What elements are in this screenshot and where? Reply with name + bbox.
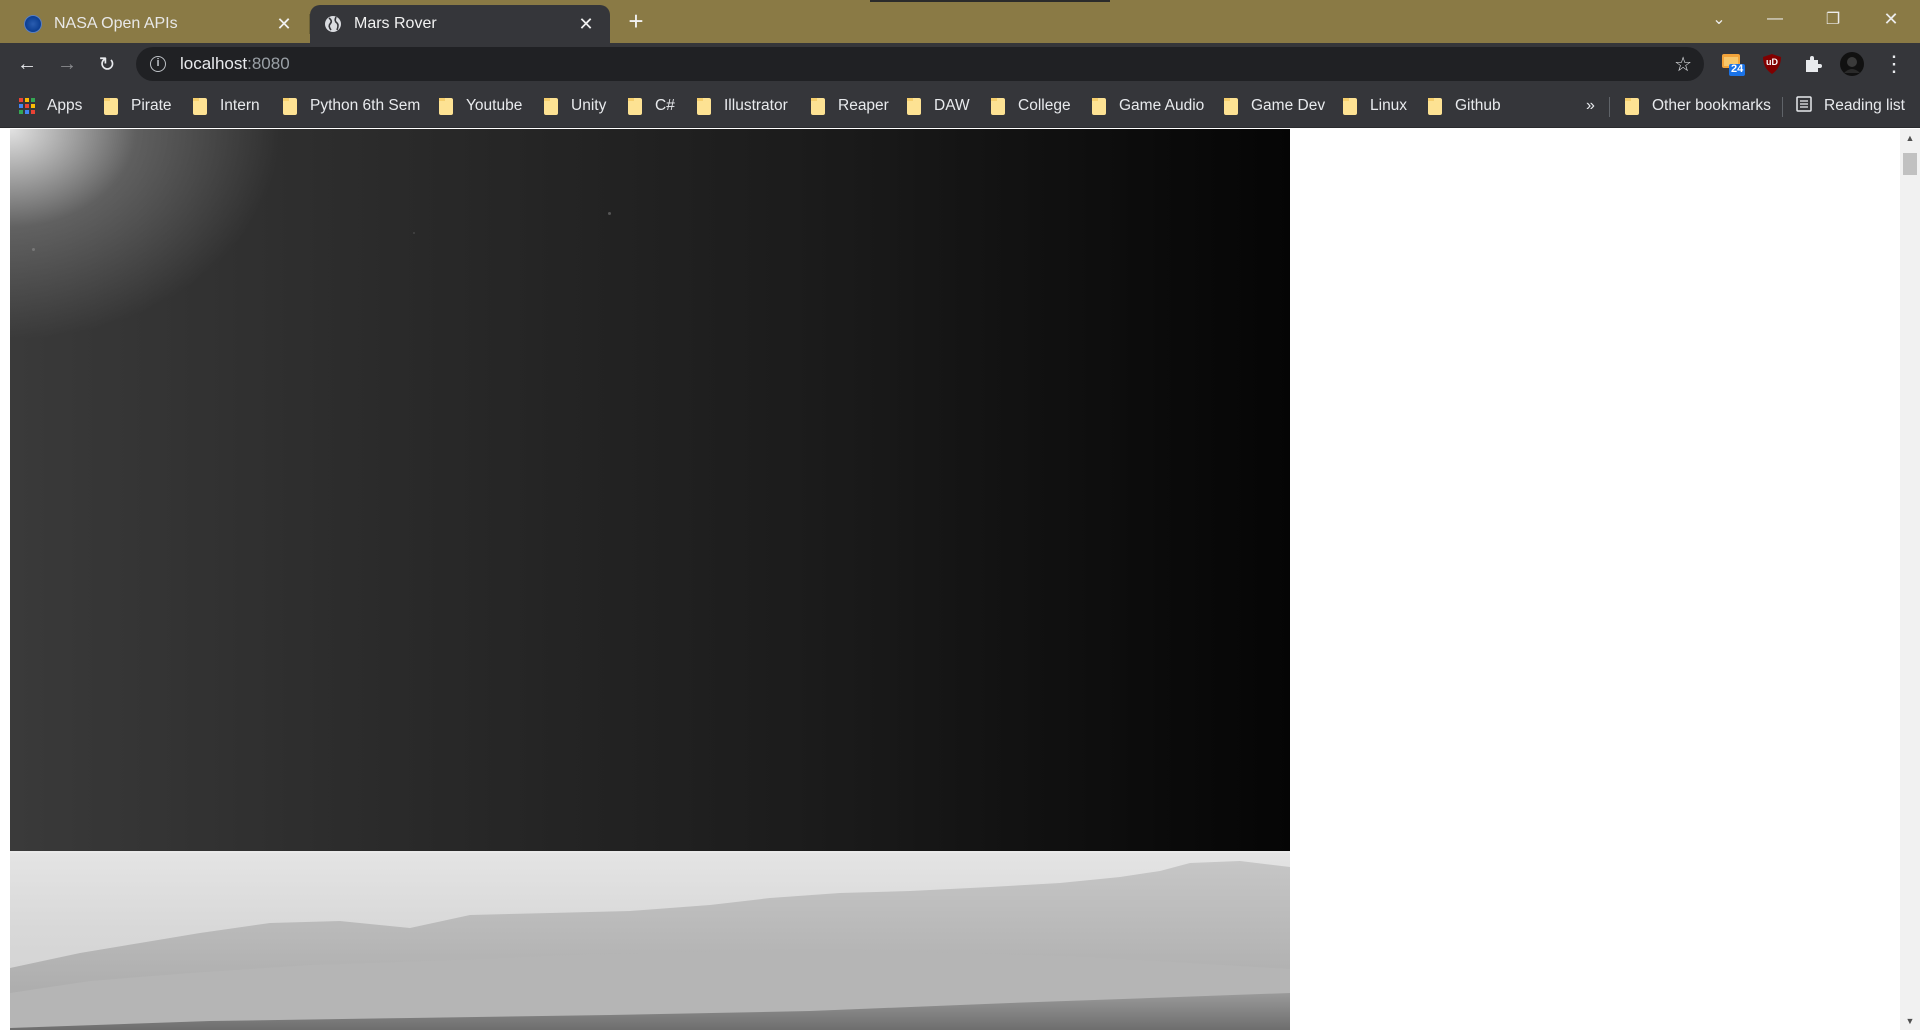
url-host: localhost: [180, 54, 248, 73]
scroll-down-arrow[interactable]: ▼: [1900, 1012, 1920, 1030]
folder-icon: [1224, 97, 1238, 115]
bookmarks-bar: Apps Pirate Intern Python 6th Sem Youtub…: [0, 85, 1920, 128]
calendar-badge: 24: [1731, 63, 1744, 75]
tab-title: Mars Rover: [354, 15, 437, 32]
bookmark-folder-csharp[interactable]: C#: [628, 95, 675, 117]
browser-menu-button[interactable]: ⋮: [1877, 47, 1911, 81]
bookmark-folder-unity[interactable]: Unity: [544, 95, 606, 117]
tab-mars-rover[interactable]: Mars Rover ✕: [310, 5, 610, 43]
bookmark-folder-other-bookmarks[interactable]: Other bookmarks: [1625, 95, 1771, 117]
folder-icon: [283, 97, 297, 115]
sensor-speck: [608, 212, 611, 215]
bookmark-folder-pirate[interactable]: Pirate: [104, 95, 172, 117]
tab-nasa-open-apis[interactable]: NASA Open APIs ✕: [10, 5, 308, 43]
folder-icon: [1092, 97, 1106, 115]
window-drag-indicator: [870, 0, 1110, 2]
reading-list-icon: [1796, 95, 1812, 117]
profile-avatar[interactable]: [1839, 51, 1865, 77]
browser-toolbar: ← → ↻ i localhost:8080 ☆ 24 uD ⋮: [0, 43, 1920, 85]
folder-icon: [991, 97, 1005, 115]
tab-search-button[interactable]: ⌄: [1696, 0, 1742, 38]
folder-icon: [1343, 97, 1357, 115]
folder-icon: [1625, 97, 1639, 115]
mars-rover-photo: [10, 853, 1290, 1030]
ublock-shield-icon[interactable]: uD: [1759, 51, 1785, 77]
folder-icon: [907, 97, 921, 115]
url-port: :8080: [247, 54, 290, 73]
folder-icon: [439, 97, 453, 115]
folder-icon: [1428, 97, 1442, 115]
bookmark-folder-game-dev[interactable]: Game Dev: [1224, 95, 1325, 117]
bookmark-star-icon[interactable]: ☆: [1674, 52, 1692, 77]
folder-icon: [544, 97, 558, 115]
bookmark-folder-linux[interactable]: Linux: [1343, 95, 1407, 117]
apps-shortcut[interactable]: Apps: [19, 95, 82, 117]
sensor-speck: [413, 232, 415, 234]
bookmark-folder-github[interactable]: Github: [1428, 95, 1501, 117]
extensions-puzzle-icon[interactable]: [1800, 51, 1826, 77]
mars-terrain-image: [10, 861, 1290, 1030]
restore-button[interactable]: ❐: [1810, 0, 1856, 38]
bookmarks-separator: [1609, 97, 1610, 117]
close-window-button[interactable]: ✕: [1868, 0, 1914, 38]
minimize-button[interactable]: —: [1752, 0, 1798, 38]
bookmarks-overflow-chevron[interactable]: »: [1586, 95, 1595, 117]
bookmark-folder-college[interactable]: College: [991, 95, 1071, 117]
folder-icon: [628, 97, 642, 115]
bookmark-folder-intern[interactable]: Intern: [193, 95, 260, 117]
new-tab-button[interactable]: +: [624, 8, 648, 34]
apps-label: Apps: [47, 97, 83, 114]
bookmark-folder-python-6th-sem[interactable]: Python 6th Sem: [283, 95, 420, 117]
browser-tab-strip: NASA Open APIs ✕ Mars Rover ✕ + ⌄ — ❐ ✕: [0, 0, 1920, 43]
vertical-scrollbar[interactable]: ▲ ▼: [1900, 129, 1920, 1030]
close-tab-icon[interactable]: ✕: [576, 14, 596, 34]
folder-icon: [811, 97, 825, 115]
mars-rover-photo: [10, 129, 1290, 851]
address-bar[interactable]: i localhost:8080 ☆: [136, 47, 1704, 81]
bookmark-folder-game-audio[interactable]: Game Audio: [1092, 95, 1204, 117]
bookmark-folder-illustrator[interactable]: Illustrator: [697, 95, 788, 117]
bookmark-folder-reaper[interactable]: Reaper: [811, 95, 889, 117]
scroll-up-arrow[interactable]: ▲: [1900, 129, 1920, 147]
calendar-extension-icon[interactable]: 24: [1720, 51, 1746, 77]
apps-grid-icon: [19, 98, 35, 114]
nasa-logo-icon: [24, 15, 42, 33]
ublock-label: uD: [1766, 57, 1778, 67]
folder-icon: [104, 97, 118, 115]
scroll-thumb[interactable]: [1903, 153, 1917, 175]
globe-icon: [324, 15, 342, 33]
bookmark-folder-daw[interactable]: DAW: [907, 95, 970, 117]
folder-icon: [193, 97, 207, 115]
tab-title: NASA Open APIs: [54, 15, 178, 32]
bookmark-folder-youtube[interactable]: Youtube: [439, 95, 522, 117]
forward-button[interactable]: →: [50, 47, 84, 81]
back-button[interactable]: ←: [10, 47, 44, 81]
page-viewport[interactable]: [0, 129, 1900, 1030]
close-tab-icon[interactable]: ✕: [274, 14, 294, 34]
folder-icon: [697, 97, 711, 115]
site-info-icon[interactable]: i: [150, 56, 166, 72]
sensor-speck: [32, 248, 35, 251]
reading-list-button[interactable]: Reading list: [1796, 95, 1905, 117]
reload-button[interactable]: ↻: [90, 47, 124, 81]
bookmarks-separator: [1782, 97, 1783, 117]
